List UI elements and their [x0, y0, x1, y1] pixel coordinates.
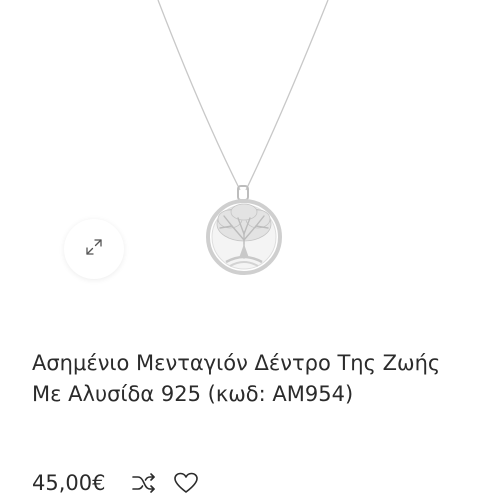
compare-button[interactable] — [129, 468, 159, 498]
product-title[interactable]: Ασημένιο Μενταγιόν Δέντρο Της Ζωής Με Αλ… — [32, 348, 472, 410]
wishlist-button[interactable] — [171, 468, 201, 498]
product-page: Ασημένιο Μενταγιόν Δέντρο Της Ζωής Με Αλ… — [0, 0, 500, 500]
price-row: 45,00€ — [32, 468, 213, 498]
necklace-illustration — [157, 0, 329, 275]
heart-icon — [174, 472, 199, 493]
zoom-button[interactable] — [64, 219, 124, 279]
product-image[interactable] — [0, 0, 500, 330]
shuffle-icon — [132, 473, 156, 493]
expand-icon — [85, 238, 103, 260]
product-price: 45,00€ — [32, 471, 106, 495]
